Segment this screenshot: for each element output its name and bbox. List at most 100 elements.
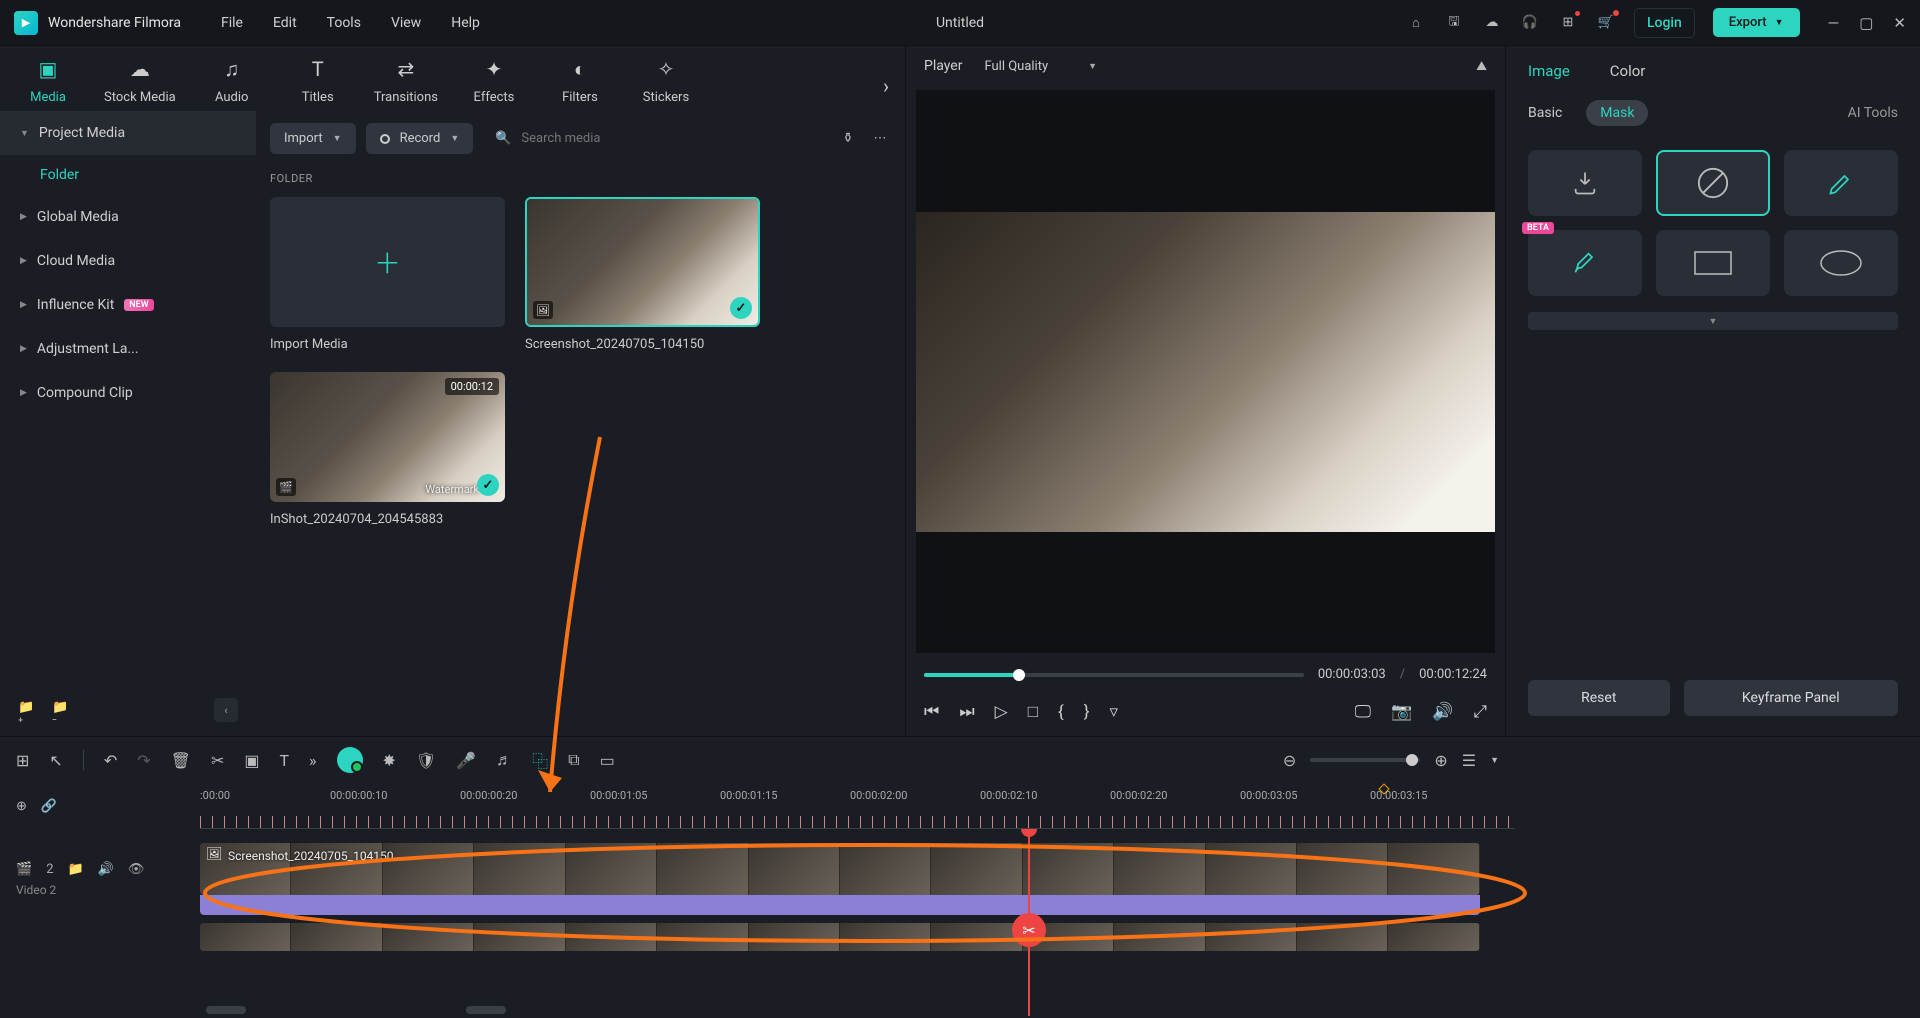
subtab-ai-tools[interactable]: AI Tools: [1848, 105, 1898, 121]
tab-filters[interactable]: ◐Filters: [550, 56, 610, 105]
timeline-scrollbar[interactable]: [206, 1006, 1486, 1014]
undo-icon[interactable]: ↶: [104, 751, 117, 770]
keyframe-panel-button[interactable]: Keyframe Panel: [1684, 680, 1898, 716]
text-icon[interactable]: T: [279, 751, 289, 770]
mask-pen[interactable]: [1784, 150, 1898, 216]
audio-tool-icon[interactable]: ♬: [496, 750, 512, 770]
mask-rectangle[interactable]: [1656, 230, 1770, 296]
prev-frame-icon[interactable]: ⏮: [924, 702, 939, 722]
playhead[interactable]: ✂: [1028, 829, 1030, 1016]
mark-out-icon[interactable]: }: [1084, 702, 1090, 722]
more-tools-icon[interactable]: »: [309, 751, 317, 770]
tab-stock-media[interactable]: ☁Stock Media: [104, 56, 176, 105]
minimize-icon[interactable]: —: [1828, 14, 1840, 32]
menu-view[interactable]: View: [391, 15, 421, 31]
reset-button[interactable]: Reset: [1528, 680, 1670, 716]
quality-dropdown[interactable]: Full Quality▼: [984, 59, 1097, 74]
sidebar-compound-clip[interactable]: ▶Compound Clip: [0, 371, 256, 415]
snapshot-icon[interactable]: 📷: [1391, 702, 1412, 722]
aspect-icon[interactable]: ▭: [600, 751, 615, 770]
new-folder-icon[interactable]: 📁⁺: [18, 700, 38, 720]
cloud-icon[interactable]: ☁: [1482, 13, 1502, 33]
tab-color[interactable]: Color: [1610, 62, 1646, 80]
menu-file[interactable]: File: [221, 15, 243, 31]
track-mute-icon[interactable]: 🔊: [98, 862, 114, 877]
timeline-clip[interactable]: 🖼 Screenshot_20240705_104150: [200, 843, 1480, 895]
tab-image[interactable]: Image: [1528, 62, 1570, 80]
timeline-grid-icon[interactable]: ⊞: [16, 751, 29, 770]
cart-icon[interactable]: 🛒: [1596, 13, 1616, 33]
next-frame-icon[interactable]: ⏭: [959, 702, 974, 722]
delete-folder-icon[interactable]: 📁⁻: [52, 700, 72, 720]
tab-effects[interactable]: ✦Effects: [464, 56, 524, 105]
maximize-icon[interactable]: ▢: [1859, 14, 1873, 32]
stop-icon[interactable]: □: [1028, 702, 1038, 722]
export-button[interactable]: Export▼: [1713, 8, 1800, 37]
playhead-scissor-icon[interactable]: ✂: [1012, 913, 1046, 947]
more-icon[interactable]: ⋯: [869, 128, 891, 150]
preview-viewport[interactable]: [916, 90, 1495, 653]
marker-dropdown-icon[interactable]: ▿: [1110, 702, 1119, 722]
play-icon[interactable]: ▷: [995, 702, 1008, 722]
record-dropdown[interactable]: Record▼: [366, 123, 474, 154]
device-icon[interactable]: ⌂: [1406, 13, 1426, 33]
tabs-next-icon[interactable]: ›: [883, 74, 889, 98]
track-folder-icon[interactable]: 📁: [68, 862, 84, 877]
display-icon[interactable]: 🖵: [1355, 702, 1371, 722]
sidebar-adjustment-layer[interactable]: ▶Adjustment La...: [0, 327, 256, 371]
media-clip-inshot[interactable]: 00:00:12 🎬 Watermark ✓: [270, 372, 505, 502]
histogram-icon[interactable]: ⛰: [1476, 59, 1487, 74]
fullscreen-icon[interactable]: ⤢: [1473, 702, 1487, 722]
search-media[interactable]: 🔍: [483, 123, 827, 154]
mark-in-icon[interactable]: {: [1058, 702, 1064, 722]
progress-handle[interactable]: [1013, 669, 1025, 681]
menu-help[interactable]: Help: [451, 15, 480, 31]
tab-stickers[interactable]: ✧Stickers: [636, 56, 696, 105]
track-video-icon[interactable]: 🎬: [16, 862, 32, 877]
mask-ellipse[interactable]: [1784, 230, 1898, 296]
cursor-mode-icon[interactable]: ↖: [49, 751, 62, 770]
split-icon[interactable]: ✂: [211, 751, 224, 770]
tab-titles[interactable]: TTitles: [288, 56, 348, 105]
sidebar-cloud-media[interactable]: ▶Cloud Media: [0, 239, 256, 283]
menu-edit[interactable]: Edit: [273, 15, 297, 31]
mask-expand-toggle[interactable]: ▼: [1528, 312, 1898, 330]
menu-tools[interactable]: Tools: [327, 15, 361, 31]
headset-icon[interactable]: 🎧: [1520, 13, 1540, 33]
volume-icon[interactable]: 🔊: [1432, 702, 1453, 722]
zoom-slider[interactable]: [1310, 758, 1420, 762]
sidebar-influence-kit[interactable]: ▶Influence KitNEW: [0, 283, 256, 327]
login-button[interactable]: Login: [1634, 8, 1695, 38]
plugins-icon[interactable]: ⊞: [1558, 13, 1578, 33]
mask-import[interactable]: [1528, 150, 1642, 216]
link-tracks-icon[interactable]: 🔗: [41, 799, 57, 814]
timeline-ruler[interactable]: :00:00 00:00:00:10 00:00:00:20 00:00:01:…: [200, 783, 1515, 829]
save-icon[interactable]: 🖫: [1444, 13, 1464, 33]
mic-icon[interactable]: 🎤: [456, 751, 476, 770]
zoom-handle[interactable]: [1406, 754, 1418, 766]
import-media-tile[interactable]: +: [270, 197, 505, 327]
sidebar-project-media[interactable]: ▼Project Media: [0, 111, 256, 155]
media-clip-screenshot[interactable]: 🖼 ✓: [525, 197, 760, 327]
add-track-icon[interactable]: ⊕: [16, 799, 27, 814]
view-mode-icon[interactable]: ☰: [1462, 751, 1476, 770]
filter-icon[interactable]: ⚱: [837, 128, 859, 150]
zoom-in-icon[interactable]: ⊕: [1434, 751, 1447, 770]
mask-brush[interactable]: BETA: [1528, 230, 1642, 296]
view-mode-dropdown-icon[interactable]: ▼: [1490, 755, 1499, 766]
sidebar-global-media[interactable]: ▶Global Media: [0, 195, 256, 239]
import-dropdown[interactable]: Import▼: [270, 123, 356, 154]
timeline-clip-2[interactable]: [200, 923, 1480, 951]
subtab-mask[interactable]: Mask: [1586, 100, 1648, 126]
auto-reframe-icon[interactable]: ⧉: [568, 750, 579, 770]
clip-audio-bar[interactable]: [200, 895, 1480, 915]
marker-icon[interactable]: 🛡: [416, 751, 436, 770]
collapse-sidebar-icon[interactable]: ‹: [214, 698, 238, 722]
tab-audio[interactable]: ♫Audio: [202, 56, 262, 105]
mask-none[interactable]: [1656, 150, 1770, 216]
ai-avatar-icon[interactable]: [337, 747, 363, 773]
progress-slider[interactable]: [924, 673, 1304, 677]
track-visibility-icon[interactable]: 👁: [128, 862, 145, 877]
tab-transitions[interactable]: ⇄Transitions: [374, 56, 438, 105]
color-tool-icon[interactable]: ✸: [383, 751, 396, 770]
